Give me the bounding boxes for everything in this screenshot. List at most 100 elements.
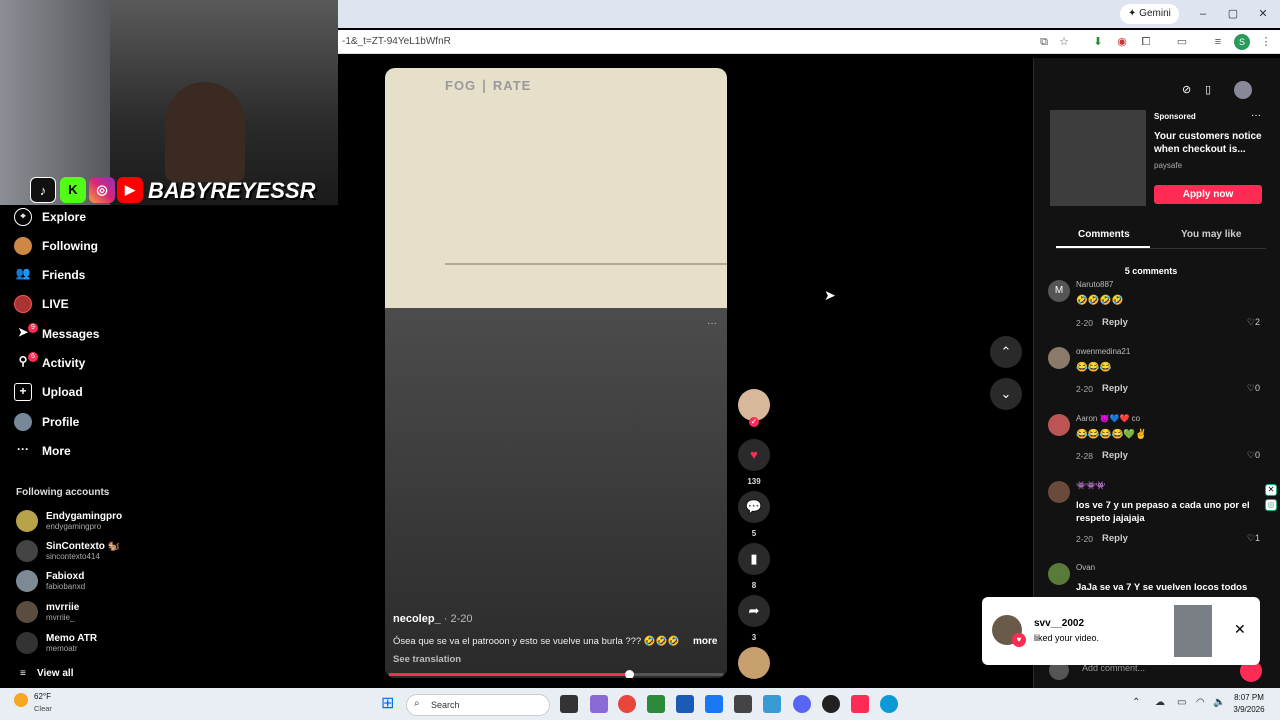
sidebar-item-more[interactable]: ··· More bbox=[14, 440, 71, 462]
avatar[interactable] bbox=[1234, 81, 1252, 99]
previous-video-button[interactable]: ⌃ bbox=[990, 336, 1022, 368]
notification-toast[interactable]: ♥ svv__2002 liked your video. ✕ bbox=[982, 597, 1260, 665]
gemini-button[interactable]: ✦ Gemini bbox=[1120, 4, 1179, 24]
sidebar-item-profile[interactable]: Profile bbox=[14, 411, 79, 433]
reply-button[interactable]: Reply bbox=[1102, 383, 1128, 394]
kebab-menu-icon[interactable]: ⋮ bbox=[1258, 34, 1274, 50]
ad-title[interactable]: Your customers notice when checkout is..… bbox=[1154, 130, 1264, 156]
comment-like-button[interactable]: ♡0 bbox=[1247, 383, 1260, 394]
mobile-icon[interactable]: ▯ bbox=[1205, 83, 1211, 96]
extension-download-icon[interactable]: ⬇ bbox=[1090, 34, 1106, 50]
sidebar-item-live[interactable]: LIVE bbox=[14, 293, 69, 315]
comment-like-button[interactable]: ♡2 bbox=[1247, 317, 1260, 328]
like-button[interactable]: ♥ bbox=[738, 439, 770, 471]
account-item[interactable]: Endygamingpro endygamingpro bbox=[16, 508, 122, 534]
apply-now-button[interactable]: Apply now bbox=[1154, 185, 1262, 204]
bookmark-star-icon[interactable]: ☆ bbox=[1056, 34, 1072, 50]
sidebar-item-friends[interactable]: 👥 Friends bbox=[14, 264, 86, 286]
profile-avatar-icon[interactable]: S bbox=[1234, 34, 1250, 50]
task-view-icon[interactable] bbox=[560, 695, 578, 713]
windows-start-icon[interactable]: ⊞ bbox=[381, 695, 399, 713]
minimize-button[interactable]: – bbox=[1188, 5, 1218, 23]
discover-icon[interactable]: ⊘ bbox=[1182, 83, 1191, 96]
close-icon[interactable]: ✕ bbox=[1234, 621, 1246, 638]
app-icon[interactable] bbox=[763, 695, 781, 713]
avatar[interactable] bbox=[1048, 481, 1070, 503]
display-icon[interactable]: ▭ bbox=[1177, 697, 1186, 708]
comment-button[interactable]: 💬 bbox=[738, 491, 770, 523]
caption-more-button[interactable]: more bbox=[693, 636, 717, 647]
video-player[interactable]: FOG ∣ RATE ··· necolep_ · 2-20 Ósea que … bbox=[385, 68, 727, 678]
extensions-puzzle-icon[interactable]: ⧠ bbox=[1138, 34, 1154, 50]
discord-icon[interactable] bbox=[793, 695, 811, 713]
maximize-button[interactable]: ▢ bbox=[1218, 5, 1248, 23]
extension-widget-icon[interactable]: ◎ bbox=[1265, 499, 1277, 511]
taskbar-search[interactable]: Search bbox=[406, 694, 550, 716]
comment-user[interactable]: owenmedina21 bbox=[1076, 347, 1130, 356]
account-item[interactable]: Fabioxd fabiobanxd bbox=[16, 568, 85, 594]
video-author[interactable]: necolep_ · 2-20 bbox=[393, 613, 473, 625]
ad-options-icon[interactable]: ··· bbox=[1251, 110, 1261, 121]
url-text[interactable]: -1&_t=ZT-94YeL1bWfnR bbox=[342, 36, 451, 47]
share-button[interactable]: ➦ bbox=[738, 595, 770, 627]
close-window-button[interactable]: ✕ bbox=[1248, 5, 1278, 23]
avatar[interactable]: M bbox=[1048, 280, 1070, 302]
compass-icon: ⌖ bbox=[14, 208, 32, 226]
taskbar-time[interactable]: 8:07 PM bbox=[1226, 693, 1272, 702]
tab-you-may-like[interactable]: You may like bbox=[1181, 229, 1241, 240]
account-item[interactable]: mvrriie mvrriie_ bbox=[16, 599, 79, 625]
comment-like-button[interactable]: ♡1 bbox=[1247, 533, 1260, 544]
sidebar-item-activity[interactable]: ⚲ Activity bbox=[14, 352, 86, 374]
account-item[interactable]: Memo ATR memoatr bbox=[16, 630, 97, 656]
extension-icon[interactable]: ◉ bbox=[1114, 34, 1130, 50]
toast-video-thumbnail[interactable] bbox=[1174, 605, 1212, 657]
follow-check-icon[interactable]: ✓ bbox=[749, 417, 759, 427]
comment-user[interactable]: Naruto887 bbox=[1076, 280, 1113, 289]
comment-user[interactable]: Aaron 👿💙❤️ co bbox=[1076, 414, 1140, 423]
comment-like-button[interactable]: ♡0 bbox=[1247, 450, 1260, 461]
save-button[interactable]: ▮ bbox=[738, 543, 770, 575]
video-options-icon[interactable]: ··· bbox=[707, 318, 717, 329]
edge-icon[interactable] bbox=[880, 695, 898, 713]
wifi-icon[interactable]: ◠ bbox=[1196, 697, 1205, 708]
close-icon[interactable]: ✕ bbox=[1265, 484, 1277, 496]
progress-handle[interactable] bbox=[625, 670, 635, 678]
sidebar-item-explore[interactable]: ⌖ Explore bbox=[14, 206, 86, 228]
see-translation-link[interactable]: See translation bbox=[393, 654, 461, 665]
view-all-link[interactable]: ≡ View all bbox=[20, 668, 73, 679]
reading-list-icon[interactable]: ≡ bbox=[1210, 34, 1226, 50]
outlook-icon[interactable] bbox=[676, 695, 694, 713]
app-icon[interactable] bbox=[647, 695, 665, 713]
sound-disc[interactable] bbox=[738, 647, 770, 679]
sidebar-item-messages[interactable]: ➤ Messages bbox=[14, 323, 99, 345]
ad-image[interactable] bbox=[1050, 110, 1146, 206]
video-progress-bar[interactable] bbox=[389, 670, 723, 678]
chevron-up-icon[interactable]: ⌃ bbox=[1132, 697, 1140, 708]
next-video-button[interactable]: ⌄ bbox=[990, 378, 1022, 410]
sidebar-item-following[interactable]: Following bbox=[14, 235, 98, 257]
sidebar-item-upload[interactable]: + Upload bbox=[14, 381, 83, 403]
copilot-icon[interactable] bbox=[590, 695, 608, 713]
chrome-icon[interactable] bbox=[618, 695, 636, 713]
weather-temperature[interactable]: 62°F bbox=[34, 692, 51, 701]
tiktok-icon[interactable] bbox=[851, 695, 869, 713]
reply-button[interactable]: Reply bbox=[1102, 533, 1128, 544]
taskbar-date[interactable]: 3/9/2026 bbox=[1226, 705, 1272, 714]
avatar[interactable] bbox=[1048, 563, 1070, 585]
account-item[interactable]: SinContexto 🐿️ sincontexto414 bbox=[16, 538, 120, 564]
cast-icon[interactable]: ▭ bbox=[1174, 34, 1190, 50]
obs-icon[interactable] bbox=[822, 695, 840, 713]
reply-button[interactable]: Reply bbox=[1102, 317, 1128, 328]
comment-user[interactable]: 👾👾👾 bbox=[1076, 481, 1106, 490]
install-app-icon[interactable]: ⧉ bbox=[1036, 34, 1052, 50]
reply-button[interactable]: Reply bbox=[1102, 450, 1128, 461]
facebook-icon[interactable] bbox=[705, 695, 723, 713]
tab-comments[interactable]: Comments bbox=[1078, 229, 1130, 240]
cloud-icon[interactable]: ☁ bbox=[1155, 697, 1165, 708]
avatar[interactable] bbox=[1048, 414, 1070, 436]
comment-user[interactable]: Ovan bbox=[1076, 563, 1095, 572]
avatar[interactable] bbox=[1048, 347, 1070, 369]
app-icon[interactable] bbox=[734, 695, 752, 713]
volume-icon[interactable]: 🔈 bbox=[1213, 697, 1225, 708]
weather-icon[interactable] bbox=[14, 693, 28, 707]
